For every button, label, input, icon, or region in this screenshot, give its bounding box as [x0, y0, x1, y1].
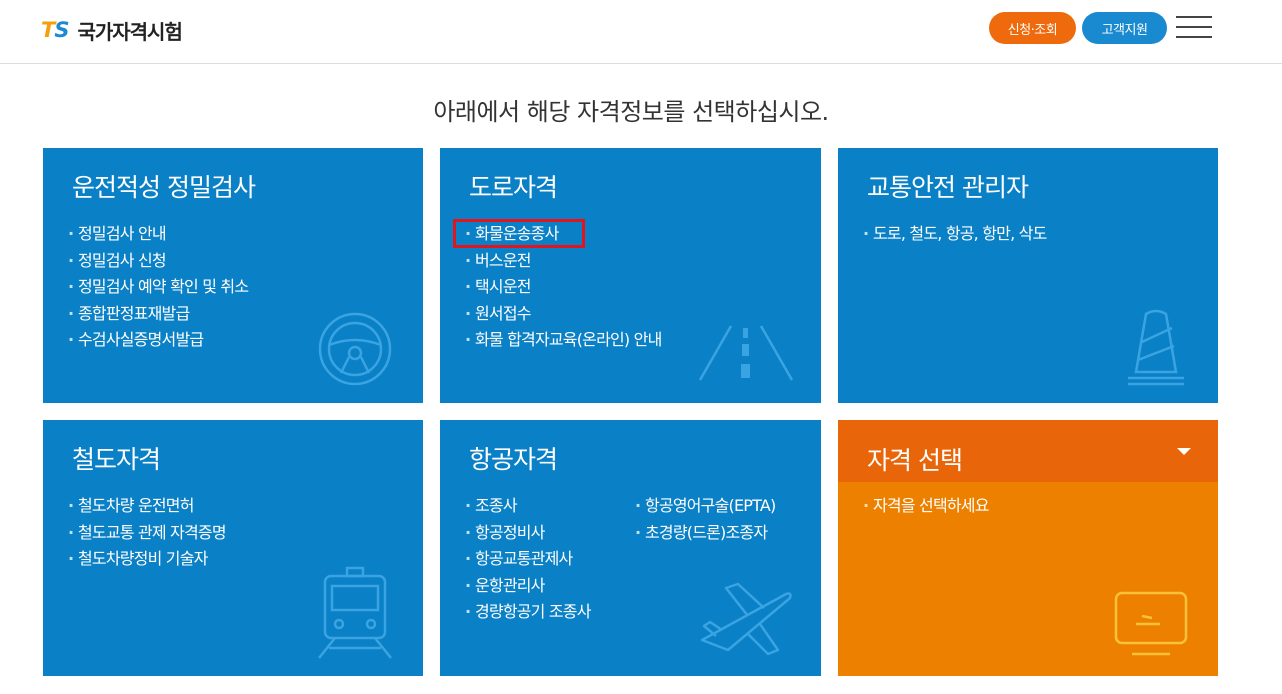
card-title: 운전적성 정밀검사	[72, 173, 256, 202]
page-title: 아래에서 해당 자격정보를 선택하십시오.	[433, 98, 829, 126]
link-flight-dispatcher[interactable]: 운항관리사	[465, 573, 591, 600]
card-aviation-qualification: 항공자격 조종사 항공정비사 항공교통관제사 운항관리사 경량항공기 조종사 항…	[440, 420, 821, 676]
card-title: 교통안전 관리자	[867, 173, 1029, 202]
card-title: 항공자격	[469, 445, 558, 474]
link-application[interactable]: 원서접수	[465, 301, 662, 328]
link-pilot[interactable]: 조종사	[465, 493, 591, 520]
link-aptitude-certificate[interactable]: 수검사실증명서발급	[68, 327, 248, 354]
select-placeholder: 자격을 선택하세요	[863, 493, 989, 519]
link-cargo-transport[interactable]: 화물운송종사	[465, 221, 662, 248]
qualification-select-dropdown[interactable]: 자격 선택	[838, 420, 1218, 482]
card-aptitude-test: 운전적성 정밀검사 정밀검사 안내 정밀검사 신청 정밀검사 예약 확인 및 취…	[43, 148, 423, 403]
card-link-list-left: 조종사 항공정비사 항공교통관제사 운항관리사 경량항공기 조종사	[465, 493, 591, 626]
link-aptitude-reservation[interactable]: 정밀검사 예약 확인 및 취소	[68, 274, 249, 301]
link-rail-maintenance-technician[interactable]: 철도차량정비 기술자	[68, 546, 226, 573]
logo[interactable]: TS 국가자격시험	[41, 16, 183, 44]
logo-t: T	[41, 18, 55, 42]
hamburger-menu-icon[interactable]	[1176, 16, 1212, 38]
link-aptitude-reissue[interactable]: 종합판정표재발급	[68, 301, 248, 328]
link-drone-pilot[interactable]: 초경량(드론)조종자	[635, 520, 775, 547]
link-rail-driver-license[interactable]: 철도차량 운전면허	[68, 493, 226, 520]
ts-logo-mark: TS	[41, 18, 69, 42]
card-rail-qualification: 철도자격 철도차량 운전면허 철도교통 관제 자격증명 철도차량정비 기술자	[43, 420, 423, 676]
link-aptitude-apply[interactable]: 정밀검사 신청	[68, 248, 248, 275]
card-link-list: 도로, 철도, 항공, 항만, 삭도	[863, 221, 1047, 248]
card-traffic-safety-manager: 교통안전 관리자 도로, 철도, 항공, 항만, 삭도	[838, 148, 1218, 403]
link-cargo-online-education[interactable]: 화물 합격자교육(온라인) 안내	[465, 327, 662, 354]
link-aviation-english-epta[interactable]: 항공영어구술(EPTA)	[635, 493, 776, 520]
logo-s: S	[54, 18, 69, 42]
train-icon	[318, 566, 392, 659]
airplane-icon	[700, 582, 792, 656]
header: TS 국가자격시험 신청·조회 고객지원	[0, 0, 1282, 64]
steering-wheel-icon	[318, 312, 392, 386]
select-placeholder-list: 자격을 선택하세요	[863, 493, 989, 519]
logo-text: 국가자격시험	[77, 19, 182, 44]
caret-down-icon	[1177, 448, 1191, 455]
card-title: 자격 선택	[867, 446, 963, 475]
card-link-list: 철도차량 운전면허 철도교통 관제 자격증명 철도차량정비 기술자	[68, 493, 227, 573]
monitor-icon	[1114, 591, 1188, 656]
card-title: 철도자격	[72, 445, 161, 474]
road-icon	[698, 325, 794, 381]
link-safety-manager-types[interactable]: 도로, 철도, 항공, 항만, 삭도	[863, 221, 1047, 248]
link-taxi-driving[interactable]: 택시운전	[465, 274, 662, 301]
link-rail-traffic-control[interactable]: 철도교통 관제 자격증명	[68, 520, 227, 547]
card-title: 도로자격	[469, 173, 558, 202]
card-road-qualification: 도로자격 화물운송종사 버스운전 택시운전 원서접수 화물 합격자교육(온라인)…	[440, 148, 821, 403]
link-aptitude-guide[interactable]: 정밀검사 안내	[68, 221, 248, 248]
link-aircraft-mechanic[interactable]: 항공정비사	[465, 520, 591, 547]
link-air-traffic-controller[interactable]: 항공교통관제사	[465, 546, 591, 573]
card-qualification-select: 자격 선택 자격을 선택하세요	[838, 420, 1218, 676]
card-link-list: 정밀검사 안내 정밀검사 신청 정밀검사 예약 확인 및 취소 종합판정표재발급…	[68, 221, 249, 354]
customer-support-button[interactable]: 고객지원	[1082, 12, 1167, 44]
link-light-aircraft-pilot[interactable]: 경량항공기 조종사	[465, 599, 591, 626]
apply-inquiry-button[interactable]: 신청·조회	[989, 12, 1076, 44]
card-link-list: 화물운송종사 버스운전 택시운전 원서접수 화물 합격자교육(온라인) 안내	[465, 221, 662, 354]
traffic-cone-icon	[1128, 309, 1184, 386]
card-link-list-right: 항공영어구술(EPTA) 초경량(드론)조종자	[635, 493, 776, 547]
link-bus-driving[interactable]: 버스운전	[465, 248, 662, 275]
